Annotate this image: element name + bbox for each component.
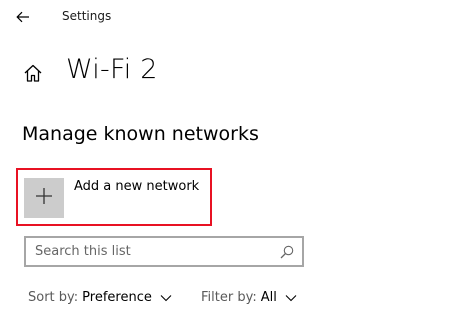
add-network-tile [24,178,64,218]
back-button[interactable] [12,6,34,28]
sort-dropdown[interactable]: Sort by: Preference [28,290,172,305]
add-network-button[interactable]: Add a new network [16,168,212,226]
page-header: Wi-Fi 2 [0,50,450,96]
sort-value: Preference [82,290,152,305]
page-title: Wi-Fi 2 [66,54,158,85]
filter-value: All [260,290,277,305]
search-icon[interactable] [274,239,300,265]
plus-icon [35,187,53,209]
filter-label: Filter by: [201,290,257,305]
sort-filter-row: Sort by: Preference Filter by: All [0,290,450,310]
chevron-down-icon [160,294,172,302]
search-box [24,236,304,267]
chevron-down-icon [285,294,297,302]
sort-label: Sort by: [28,290,79,305]
search-input[interactable] [26,238,274,265]
home-icon[interactable] [22,62,44,84]
title-bar: Settings [0,0,450,34]
add-network-label: Add a new network [74,179,200,194]
filter-dropdown[interactable]: Filter by: All [201,290,297,305]
window-title: Settings [62,9,112,23]
back-arrow-icon [16,8,30,27]
section-title: Manage known networks [22,123,259,145]
